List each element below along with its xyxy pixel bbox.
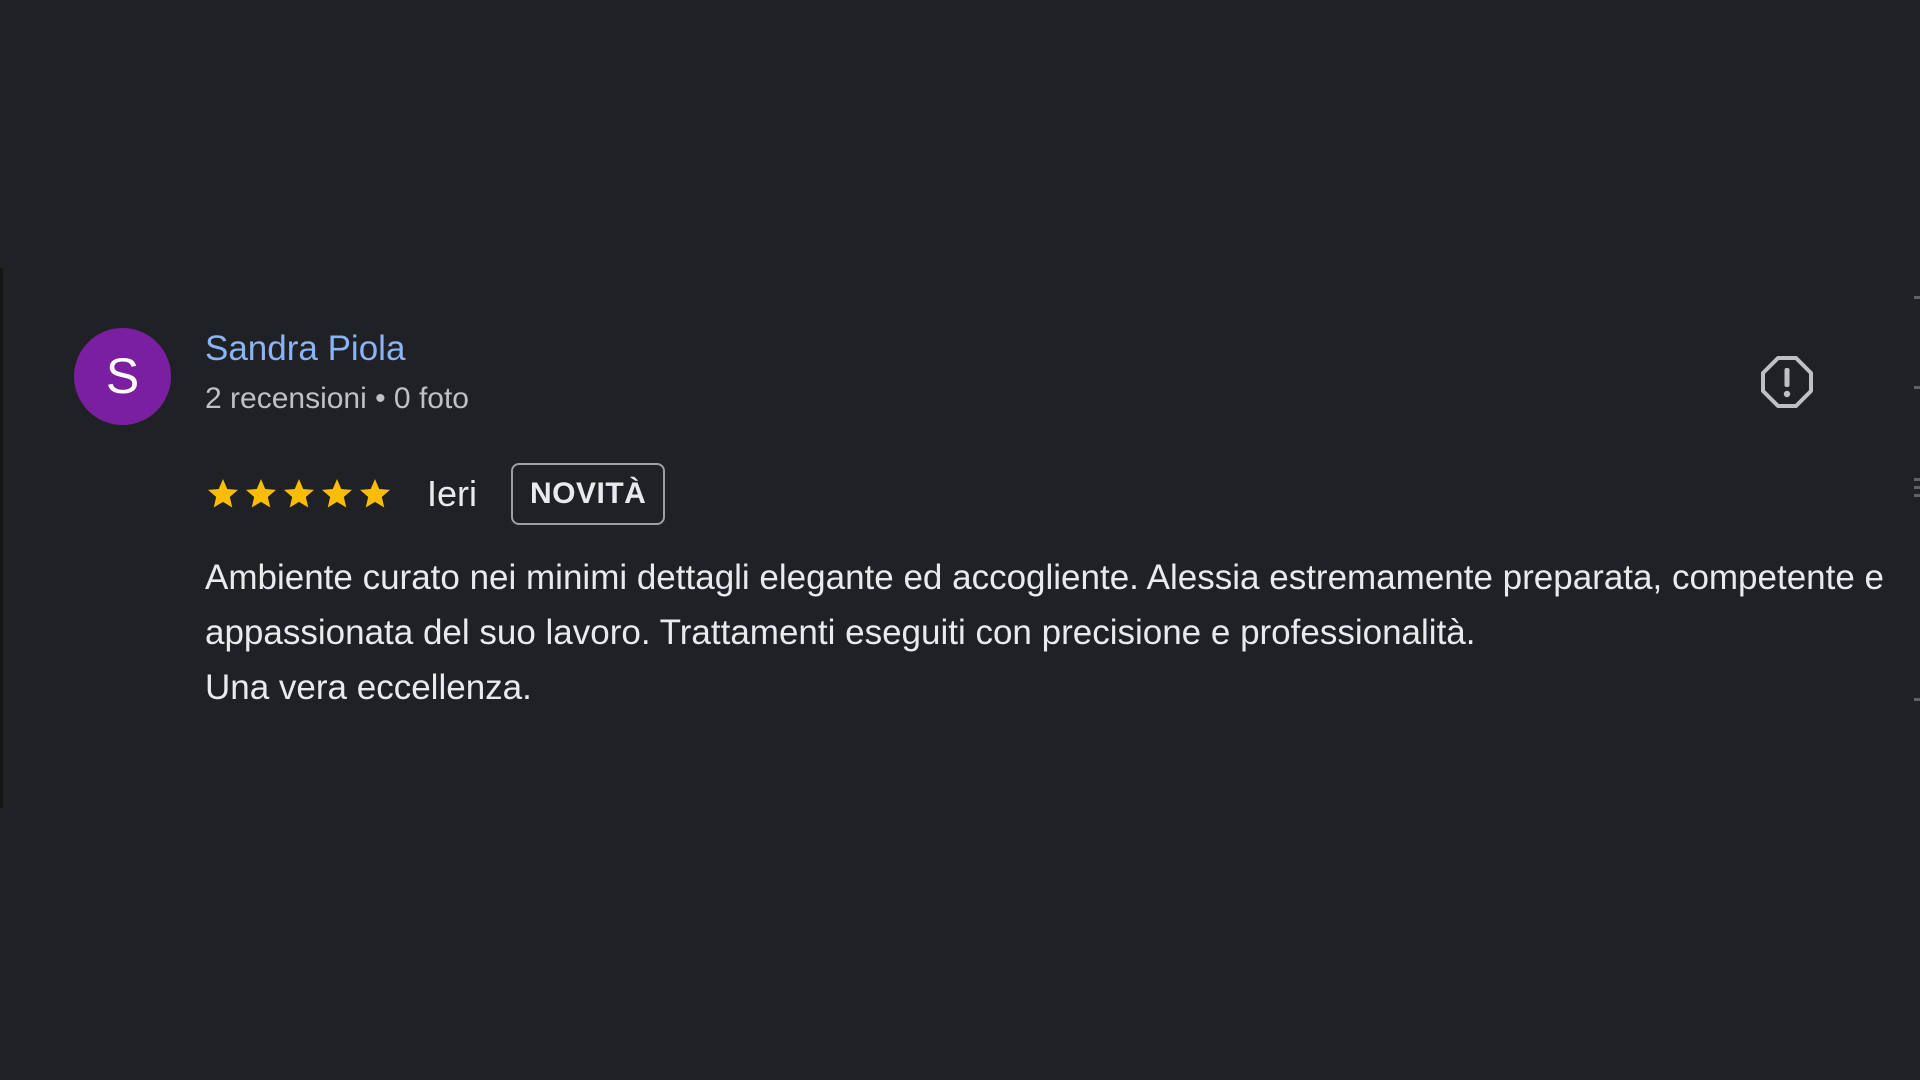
review-card: S Sandra Piola 2 recensioni • 0 foto Ier… xyxy=(0,268,1920,808)
author-name-link[interactable]: Sandra Piola xyxy=(205,328,405,370)
star-icon xyxy=(322,479,352,508)
author-meta: 2 recensioni • 0 foto xyxy=(205,382,469,415)
report-icon xyxy=(1761,356,1813,408)
star-icon xyxy=(284,479,314,508)
avatar[interactable]: S xyxy=(74,328,171,425)
new-badge: NOVITÀ xyxy=(511,463,666,525)
star-rating xyxy=(205,476,395,512)
report-button[interactable] xyxy=(1759,354,1815,410)
review-date: Ieri xyxy=(427,473,478,514)
star-icon xyxy=(360,479,390,508)
star-icon xyxy=(246,479,276,508)
scrollbar-edge xyxy=(1914,268,1920,808)
review-text: Ambiente curato nei minimi dettagli eleg… xyxy=(205,558,1885,707)
rating-row: Ieri NOVITÀ xyxy=(205,462,666,526)
star-icon xyxy=(208,479,238,508)
